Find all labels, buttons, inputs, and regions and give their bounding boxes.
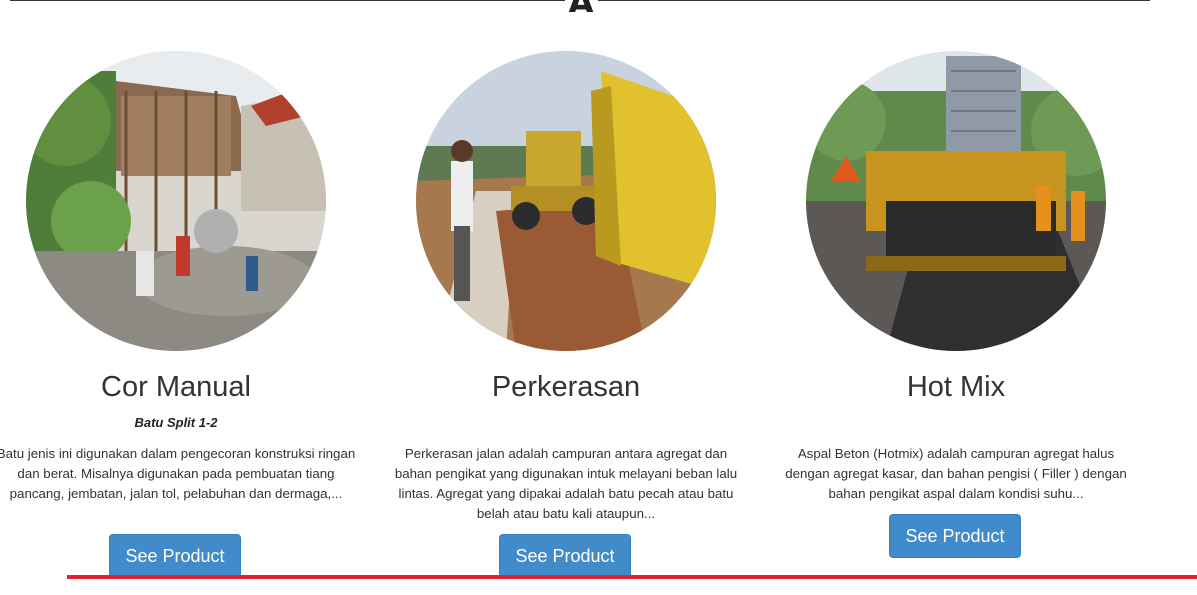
- product-description: Perkerasan jalan adalah campuran antara …: [394, 446, 738, 521]
- see-product-button[interactable]: See Product: [889, 514, 1021, 558]
- product-card-cor-manual: Cor Manual Batu Split 1-2 Batu jenis ini…: [0, 0, 356, 595]
- product-image-perkerasan[interactable]: [416, 51, 716, 351]
- product-description: Aspal Beton (Hotmix) adalah campuran agr…: [785, 446, 1127, 501]
- product-card-perkerasan: Perkerasan Perkerasan jalan adalah campu…: [386, 0, 746, 595]
- accent-divider-line: [67, 575, 1197, 579]
- see-product-button[interactable]: See Product: [499, 534, 631, 578]
- product-title: Perkerasan: [491, 371, 641, 403]
- product-subtitle: Batu Split 1-2: [134, 415, 218, 430]
- product-card-hot-mix: Hot Mix Aspal Beton (Hotmix) adalah camp…: [776, 0, 1136, 595]
- see-product-button[interactable]: See Product: [109, 534, 241, 578]
- product-image-hot-mix[interactable]: [806, 51, 1106, 351]
- product-description: Batu jenis ini digunakan dalam pengecora…: [0, 446, 356, 501]
- product-image-cor-manual[interactable]: [26, 51, 326, 351]
- product-title: Hot Mix: [906, 371, 1006, 403]
- product-title: Cor Manual: [101, 371, 251, 403]
